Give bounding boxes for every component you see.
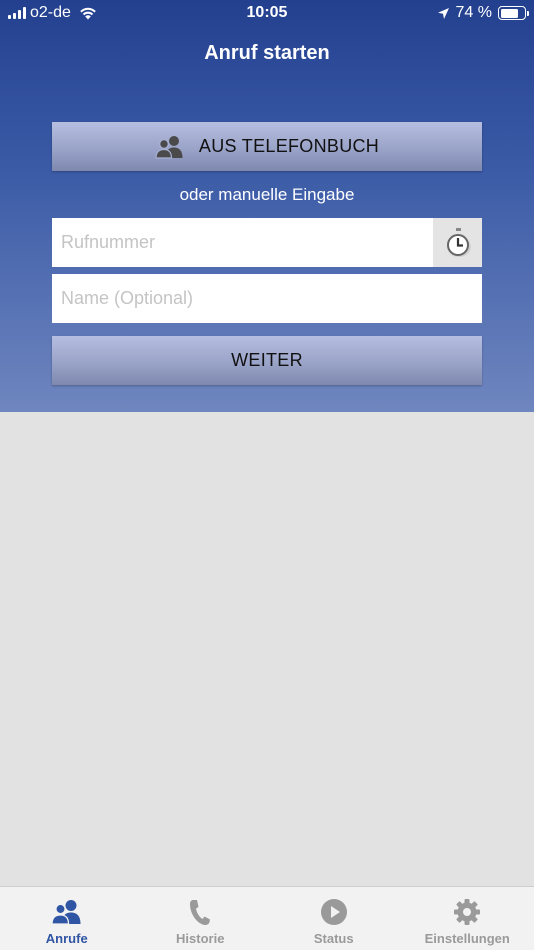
battery-percent: 74 % xyxy=(455,4,492,21)
tab-history[interactable]: Historie xyxy=(134,887,268,950)
status-right: 74 % xyxy=(437,4,529,22)
users-icon xyxy=(155,135,185,159)
tab-settings-label: Einstellungen xyxy=(424,931,510,946)
tab-status-label: Status xyxy=(313,931,354,946)
tab-calls-label: Anrufe xyxy=(45,931,88,946)
battery-fill xyxy=(500,8,518,18)
phonebook-button[interactable]: AUS TELEFONBUCH xyxy=(52,122,482,171)
tab-calls[interactable]: Anrufe xyxy=(0,887,134,950)
phone-number-input[interactable] xyxy=(52,218,433,267)
phone-icon xyxy=(189,897,211,927)
tab-status[interactable]: Status xyxy=(267,887,401,950)
location-arrow-icon xyxy=(437,7,450,20)
battery-icon xyxy=(498,6,529,20)
phone-number-field xyxy=(52,218,482,267)
manual-entry-label: oder manuelle Eingabe xyxy=(179,185,355,204)
clock-history-icon xyxy=(443,227,473,259)
gear-icon xyxy=(453,897,481,927)
name-field xyxy=(52,274,482,323)
tab-settings[interactable]: Einstellungen xyxy=(401,887,534,950)
play-circle-icon xyxy=(320,897,348,927)
phonebook-button-label: AUS TELEFONBUCH xyxy=(198,136,380,156)
next-button[interactable]: WEITER xyxy=(52,336,482,385)
tab-bar: Anrufe Historie Status Einstellungen xyxy=(0,886,534,950)
users-icon xyxy=(51,897,83,927)
page-title: Anruf starten xyxy=(204,42,330,64)
status-bar: o2-de 10:05 74 % xyxy=(0,0,534,28)
next-button-label: WEITER xyxy=(231,350,303,370)
recent-numbers-button[interactable] xyxy=(433,218,482,267)
name-input[interactable] xyxy=(52,274,482,323)
tab-history-label: Historie xyxy=(176,931,225,946)
